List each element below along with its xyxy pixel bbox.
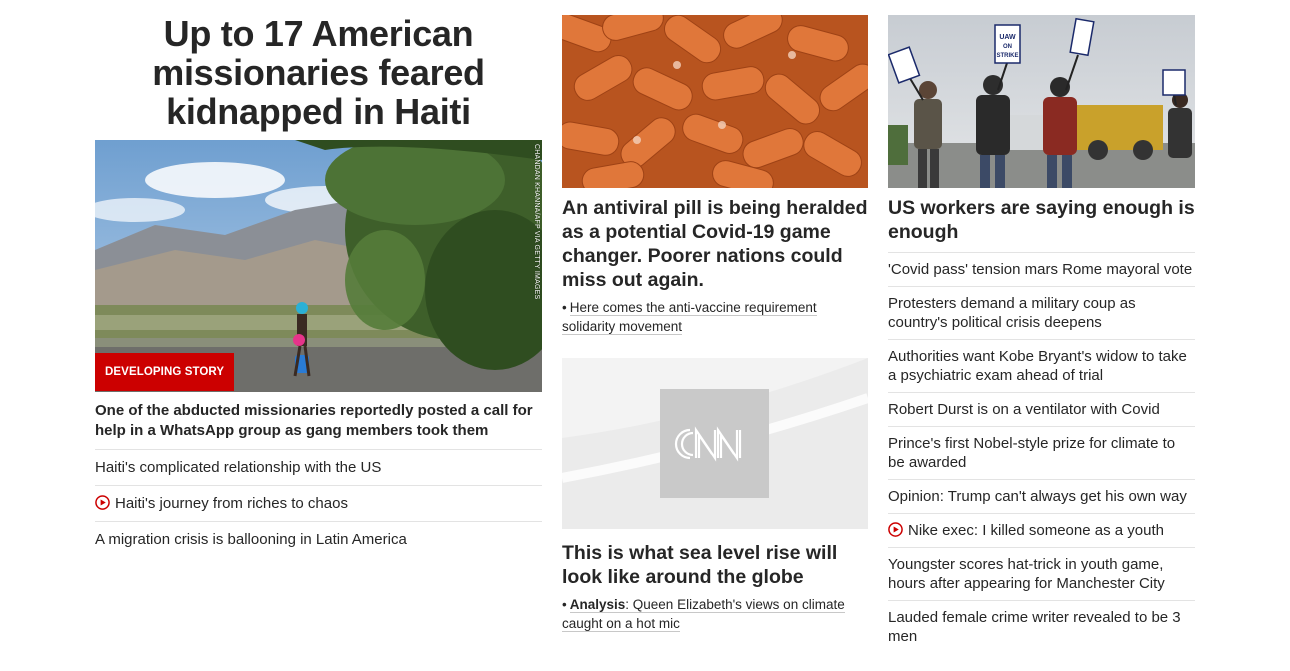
cnn-logo-icon — [674, 426, 742, 462]
related-link[interactable]: A migration crisis is ballooning in Lati… — [95, 521, 542, 557]
lead-image[interactable]: CHANDAN KHANNA/AFP VIA GETTY IMAGES DEVE… — [95, 140, 542, 392]
right-column: UAW ON STRIKE US workers are saying enou… — [888, 0, 1195, 653]
sea-level-headline[interactable]: This is what sea level rise will look li… — [562, 541, 868, 589]
sign-text: STRIKE — [996, 53, 1018, 59]
lead-headline-line[interactable]: missionaries feared — [95, 53, 542, 92]
headline-link[interactable]: Youngster scores hat-trick in youth game… — [888, 547, 1195, 600]
sign-text: ON — [1003, 44, 1012, 50]
bullet: • — [562, 597, 567, 612]
sea-level-related: • Analysis: Queen Elizabeth's views on cl… — [562, 595, 868, 633]
pill-related: • Here comes the anti-vaccine requirement… — [562, 298, 868, 336]
related-link[interactable]: Haiti's journey from riches to chaos — [95, 485, 542, 521]
headline-link[interactable]: Nike exec: I killed someone as a youth — [888, 513, 1195, 547]
headline-link[interactable]: Prince's first Nobel-style prize for cli… — [888, 426, 1195, 479]
related-link-text[interactable]: Haiti's complicated relationship with th… — [95, 459, 381, 476]
headline-link[interactable]: Authorities want Kobe Bryant's widow to … — [888, 339, 1195, 392]
lead-headline-line[interactable]: kidnapped in Haiti — [95, 92, 542, 131]
headline-link[interactable]: 'Covid pass' tension mars Rome mayoral v… — [888, 252, 1195, 286]
headline-link-text[interactable]: Robert Durst is on a ventilator with Cov… — [888, 401, 1160, 418]
middle-column: An antiviral pill is being heralded as a… — [562, 0, 868, 633]
lead-headline-line[interactable]: Up to 17 American — [95, 14, 542, 53]
lead-related-links: Haiti's complicated relationship with th… — [95, 449, 542, 557]
play-circle-icon — [95, 495, 110, 510]
play-circle-icon — [888, 522, 903, 537]
headline-link-text[interactable]: Lauded female crime writer revealed to b… — [888, 609, 1181, 645]
headline-link-text[interactable]: Protesters demand a military coup as cou… — [888, 295, 1136, 331]
headline-link-text[interactable]: Authorities want Kobe Bryant's widow to … — [888, 348, 1187, 384]
workers-strike-photo: UAW ON STRIKE — [888, 15, 1195, 188]
headline-link-text[interactable]: Opinion: Trump can't always get his own … — [888, 488, 1187, 505]
headline-link[interactable]: Protesters demand a military coup as cou… — [888, 286, 1195, 339]
headline-link[interactable]: Lauded female crime writer revealed to b… — [888, 600, 1195, 653]
antiviral-pills-photo — [562, 15, 868, 188]
strike-image[interactable]: UAW ON STRIKE — [888, 15, 1195, 188]
headline-link-text[interactable]: 'Covid pass' tension mars Rome mayoral v… — [888, 261, 1192, 278]
cnn-placeholder-image[interactable] — [562, 358, 868, 529]
right-headline-list: 'Covid pass' tension mars Rome mayoral v… — [888, 252, 1195, 653]
workers-headline[interactable]: US workers are saying enough is enough — [888, 196, 1195, 244]
pill-headline[interactable]: An antiviral pill is being heralded as a… — [562, 196, 868, 292]
sign-text: UAW — [999, 34, 1016, 41]
bullet: • — [562, 300, 567, 315]
related-link-text[interactable]: Haiti's journey from riches to chaos — [115, 495, 348, 512]
lead-summary[interactable]: One of the abducted missionaries reporte… — [95, 401, 542, 441]
pill-related-link[interactable]: Here comes the anti-vaccine requirement … — [562, 300, 817, 335]
analysis-label: Analysis — [569, 597, 626, 612]
lead-headline[interactable]: Up to 17 American missionaries feared ki… — [95, 14, 542, 131]
sea-level-related-link[interactable]: Analysis: Queen Elizabeth's views on cli… — [562, 597, 845, 632]
headline-link[interactable]: Opinion: Trump can't always get his own … — [888, 479, 1195, 513]
related-link-text[interactable]: A migration crisis is ballooning in Lati… — [95, 531, 407, 548]
headline-link-text[interactable]: Nike exec: I killed someone as a youth — [908, 522, 1164, 539]
image-credit: CHANDAN KHANNA/AFP VIA GETTY IMAGES — [533, 144, 540, 300]
pills-image[interactable] — [562, 15, 868, 188]
lead-story: Up to 17 American missionaries feared ki… — [95, 0, 542, 557]
headline-link-text[interactable]: Youngster scores hat-trick in youth game… — [888, 556, 1165, 592]
headline-link-text[interactable]: Prince's first Nobel-style prize for cli… — [888, 435, 1175, 471]
headline-link[interactable]: Robert Durst is on a ventilator with Cov… — [888, 392, 1195, 426]
related-link[interactable]: Haiti's complicated relationship with th… — [95, 449, 542, 485]
developing-story-badge: DEVELOPING STORY — [95, 353, 235, 391]
cnn-logo — [660, 389, 769, 498]
